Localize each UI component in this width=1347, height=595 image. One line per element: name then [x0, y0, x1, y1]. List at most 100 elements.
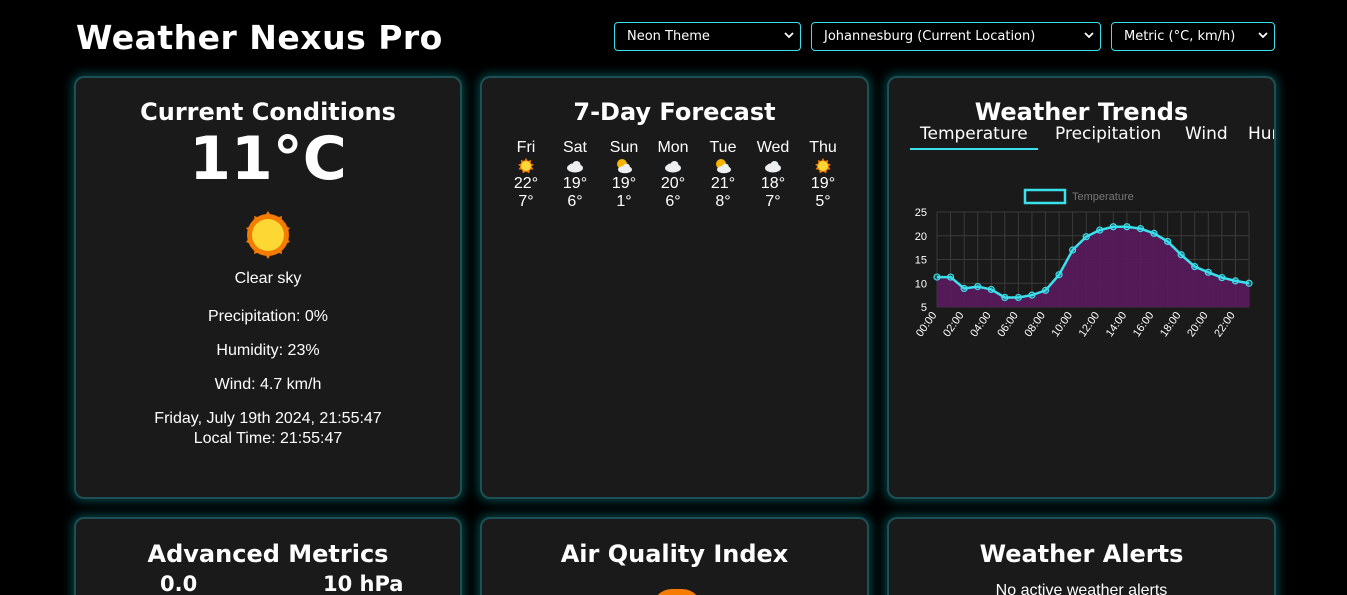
tab-temperature[interactable]: Temperature — [910, 124, 1038, 150]
forecast-high: 20° — [660, 175, 686, 192]
weather-alerts-card: Weather Alerts No active weather alerts — [887, 517, 1276, 595]
tab-precipitation[interactable]: Precipitation — [1055, 124, 1161, 144]
data-point — [1218, 273, 1226, 282]
data-point — [1231, 277, 1240, 285]
forecast-day: Thu 19° 5° — [801, 139, 845, 211]
forecast-day-name: Wed — [756, 139, 790, 156]
location-select-value: Johannesburg (Current Location) — [824, 29, 1036, 44]
chevron-down-icon — [784, 32, 794, 39]
data-point — [1150, 229, 1158, 237]
data-point — [946, 273, 955, 281]
data-point — [1204, 268, 1212, 276]
data-point — [1069, 246, 1077, 254]
app-title: Weather Nexus Pro — [76, 18, 443, 57]
forecast-title: 7-Day Forecast — [573, 98, 776, 126]
x-tick-label: 20:00 — [1185, 310, 1211, 339]
forecast-day: Sun 19° 1° — [602, 139, 646, 211]
forecast-day-name: Mon — [657, 139, 689, 156]
air-quality-card: Air Quality Index — [480, 517, 869, 595]
sun-icon — [504, 157, 548, 175]
trends-card: Weather Trends Temperature Precipitation… — [887, 76, 1276, 499]
x-tick-label: 14:00 — [1104, 310, 1130, 339]
y-tick-label: 15 — [915, 255, 927, 267]
data-point — [933, 273, 941, 281]
units-select[interactable]: Metric (°C, km/h) — [1111, 22, 1275, 51]
forecast-low: 6° — [567, 193, 583, 210]
current-conditions-card: Current Conditions 11°C Clear sky Precip… — [74, 76, 462, 499]
tab-humidity[interactable]: Humidity — [1248, 124, 1274, 144]
forecast-day: Wed 18° 7° — [751, 139, 795, 211]
x-tick-label: 12:00 — [1077, 310, 1103, 339]
data-point — [1109, 223, 1117, 231]
x-tick-label: 18:00 — [1158, 310, 1184, 339]
cloud-icon — [651, 157, 695, 175]
y-tick-label: 5 — [921, 302, 927, 314]
forecast-card: 7-Day Forecast Fri 22° 7° Sat 19° 6° Sun 19° 1° M… — [480, 76, 869, 499]
data-point — [1055, 271, 1063, 279]
sun-icon — [801, 157, 845, 175]
x-tick-label: 02:00 — [941, 310, 967, 339]
legend-swatch — [1023, 188, 1067, 205]
data-point — [1082, 233, 1090, 241]
x-tick-label: 04:00 — [968, 310, 994, 339]
forecast-day: Fri 22° 7° — [504, 139, 548, 211]
forecast-high: 19° — [810, 175, 836, 192]
forecast-low: 6° — [665, 193, 681, 210]
forecast-low: 1° — [616, 193, 632, 210]
forecast-high: 19° — [611, 175, 637, 192]
forecast-day: Sat 19° 6° — [553, 139, 597, 211]
cloud-icon — [751, 157, 795, 175]
forecast-low: 7° — [518, 193, 534, 210]
data-point — [1136, 225, 1145, 233]
y-tick-label: 10 — [915, 278, 927, 290]
x-tick-label: 08:00 — [1022, 310, 1048, 339]
datetime-text: Friday, July 19th 2024, 21:55:47 — [154, 410, 382, 427]
forecast-high: 19° — [562, 175, 588, 192]
forecast-day-name: Tue — [709, 139, 737, 156]
location-select[interactable]: Johannesburg (Current Location) — [811, 22, 1101, 51]
x-tick-label: 16:00 — [1131, 310, 1157, 339]
advanced-metrics-title: Advanced Metrics — [147, 540, 389, 568]
data-point — [1123, 223, 1131, 231]
forecast-low: 5° — [815, 193, 831, 210]
x-tick-label: 06:00 — [995, 310, 1021, 339]
data-point — [1041, 286, 1050, 294]
data-point — [1164, 237, 1172, 246]
condition-text: Clear sky — [234, 270, 302, 287]
sun-icon — [246, 211, 290, 259]
legend-label: Temperature — [1072, 191, 1134, 203]
data-point — [1191, 263, 1199, 271]
forecast-day-name: Sun — [609, 139, 639, 156]
forecast-day-name: Thu — [809, 139, 837, 156]
y-tick-label: 20 — [915, 231, 927, 243]
metric-value-b: 10 hPa — [323, 572, 404, 595]
metric-value-a: 0.0 — [160, 572, 198, 595]
precipitation-text: Precipitation: 0% — [207, 308, 329, 325]
units-select-value: Metric (°C, km/h) — [1124, 29, 1236, 44]
wind-text: Wind: 4.7 km/h — [214, 376, 322, 393]
forecast-low: 7° — [765, 193, 781, 210]
series-area — [937, 226, 1249, 307]
theme-select[interactable]: Neon Theme — [614, 22, 801, 51]
data-point — [1096, 226, 1104, 234]
chevron-down-icon — [1084, 32, 1094, 39]
current-conditions-title: Current Conditions — [140, 98, 396, 126]
forecast-day-name: Sat — [562, 139, 587, 156]
alerts-message: No active weather alerts — [995, 582, 1168, 595]
theme-select-value: Neon Theme — [627, 29, 710, 44]
data-point — [1014, 293, 1022, 302]
data-point — [1177, 251, 1185, 259]
x-tick-label: 00:00 — [914, 310, 940, 339]
forecast-day: Tue 21° 8° — [701, 139, 745, 211]
trends-title: Weather Trends — [974, 98, 1189, 126]
forecast-low: 8° — [715, 193, 731, 210]
advanced-metrics-card: Advanced Metrics 0.0 10 hPa — [74, 517, 462, 595]
forecast-high: 22° — [513, 175, 539, 192]
x-tick-label: 22:00 — [1212, 310, 1238, 339]
current-temperature: 11°C — [189, 124, 347, 194]
chevron-down-icon — [1258, 32, 1268, 39]
forecast-high: 21° — [710, 175, 736, 192]
temperature-chart: 51015202500:00 02:00 04:00 06:00 08:00 10:00 1… — [914, 188, 1253, 339]
tab-wind[interactable]: Wind — [1185, 124, 1228, 144]
cloud-icon — [553, 157, 597, 175]
